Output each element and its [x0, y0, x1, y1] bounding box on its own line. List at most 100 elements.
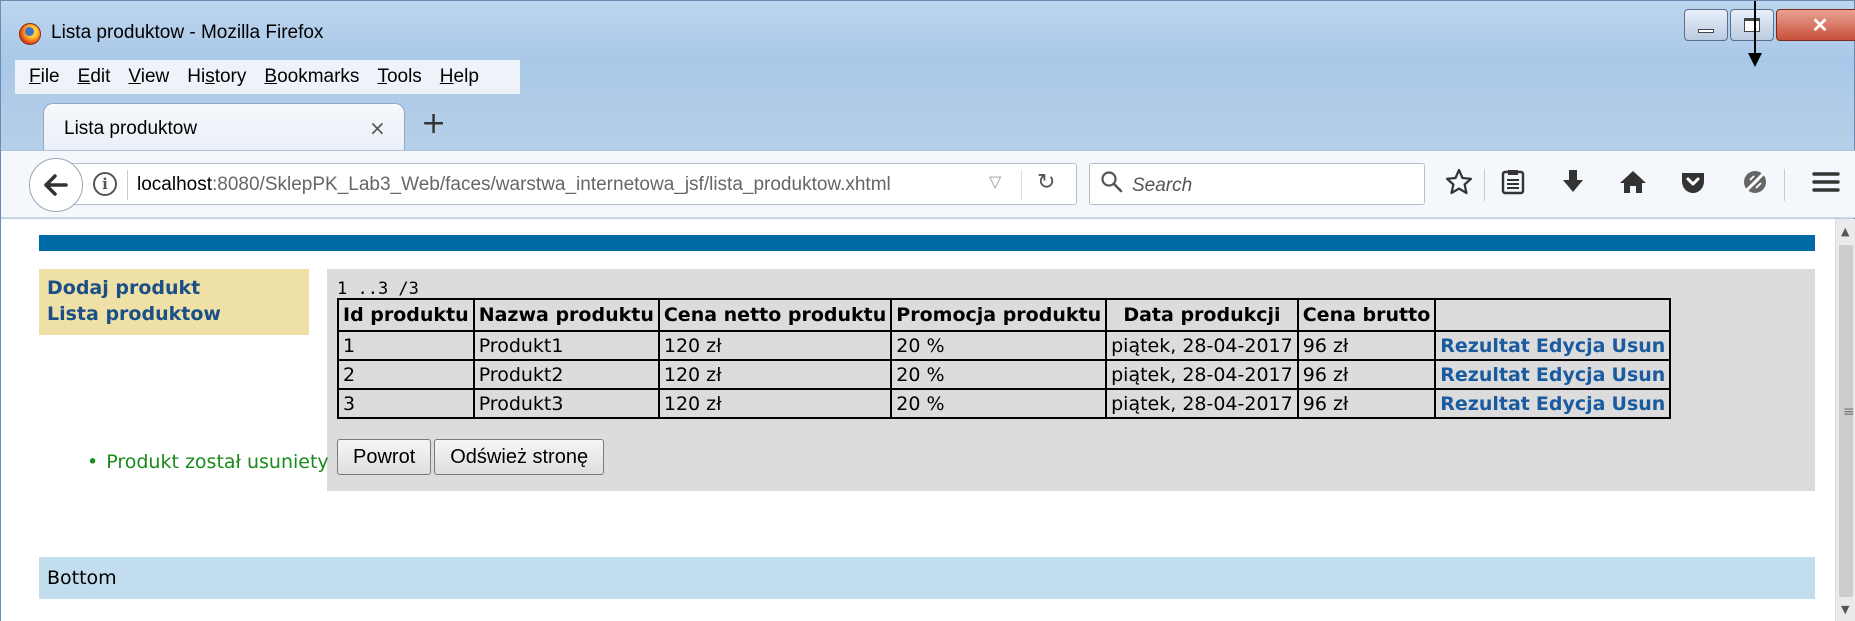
col-production-date: Data produkcji — [1105, 298, 1299, 332]
result-link[interactable]: Rezultat — [1440, 335, 1530, 357]
page-content: Dodaj produkt Lista produktow 1 ..3 /3 I… — [1, 219, 1835, 621]
url-separator — [127, 170, 128, 200]
cell-net-price: 120 zł — [657, 359, 893, 390]
edit-link[interactable]: Edycja — [1536, 393, 1606, 415]
window-title: Lista produktow - Mozilla Firefox — [51, 22, 324, 43]
cell-gross-price: 96 zł — [1296, 388, 1437, 419]
toolbar-separator — [1484, 169, 1485, 201]
page-footer: Bottom — [39, 557, 1815, 599]
refresh-page-button[interactable]: Odśwież stronę — [434, 439, 605, 475]
window-controls: ✕ — [1684, 9, 1855, 43]
menu-bookmarks[interactable]: Bookmarks — [255, 66, 368, 88]
cell-production-date: piątek, 28-04-2017 — [1105, 330, 1299, 361]
reload-icon[interactable]: ↻ — [1037, 170, 1055, 195]
sync-icon[interactable] — [1735, 167, 1775, 205]
menu-icon[interactable] — [1806, 167, 1846, 205]
status-message: Produkt został usuniety — [87, 451, 328, 473]
col-promotion: Promocja produktu — [890, 298, 1108, 332]
product-panel: 1 ..3 /3 Id produktu Nazwa produktu Cena… — [327, 269, 1815, 491]
col-gross-price: Cena brutto — [1296, 298, 1437, 332]
cell-actions: Rezultat Edycja Usun — [1434, 388, 1672, 419]
url-bar[interactable]: i localhost:8080/SklepPK_Lab3_Web/faces/… — [71, 163, 1077, 205]
back-page-button[interactable]: Powrot — [337, 439, 432, 475]
edit-link[interactable]: Edycja — [1536, 364, 1606, 386]
left-menu: Dodaj produkt Lista produktow — [39, 269, 309, 335]
download-icon[interactable] — [1553, 167, 1593, 205]
cell-gross-price: 96 zł — [1296, 359, 1437, 390]
scroll-down-icon[interactable]: ▼ — [1841, 603, 1849, 616]
cell-promotion: 20 % — [890, 388, 1108, 419]
table-row: 1 Produkt1 120 zł 20 % piątek, 28-04-201… — [337, 330, 1672, 361]
tab-lista-produktow[interactable]: Lista produktow × — [43, 103, 405, 151]
maximize-button[interactable] — [1730, 9, 1774, 41]
pager-info: 1 ..3 /3 — [337, 279, 419, 299]
cell-actions: Rezultat Edycja Usun — [1434, 330, 1672, 361]
cell-promotion: 20 % — [890, 330, 1108, 361]
cell-actions: Rezultat Edycja Usun — [1434, 359, 1672, 390]
scroll-up-icon[interactable]: ▲ — [1841, 225, 1849, 238]
cell-name: Produkt1 — [472, 330, 660, 361]
col-actions — [1434, 298, 1672, 332]
menu-edit[interactable]: Edit — [69, 66, 120, 88]
annotation-arrow-line — [1754, 1, 1756, 55]
scroll-thumb[interactable] — [1839, 245, 1853, 597]
close-icon: ✕ — [1811, 14, 1829, 37]
cell-id: 2 — [337, 359, 475, 390]
minimize-button[interactable] — [1684, 9, 1728, 41]
url-history-dropdown-icon[interactable]: ▽ — [989, 172, 1001, 191]
home-icon[interactable] — [1613, 167, 1653, 205]
menu-help[interactable]: Help — [431, 66, 488, 88]
browser-window: Lista produktow - Mozilla Firefox ✕ File… — [0, 0, 1855, 621]
toolbar-separator — [1784, 169, 1785, 201]
star-icon[interactable] — [1439, 167, 1479, 205]
delete-link[interactable]: Usun — [1612, 335, 1666, 357]
cell-name: Produkt3 — [472, 388, 660, 419]
vertical-scrollbar[interactable]: ▲ ≡ ▼ — [1835, 219, 1855, 621]
table-row: 3 Produkt3 120 zł 20 % piątek, 28-04-201… — [337, 388, 1672, 419]
back-button[interactable] — [29, 158, 83, 212]
search-placeholder: Search — [1132, 175, 1193, 196]
result-link[interactable]: Rezultat — [1440, 393, 1530, 415]
table-header-row: Id produktu Nazwa produktu Cena netto pr… — [337, 298, 1672, 332]
site-info-icon[interactable]: i — [93, 172, 117, 196]
back-arrow-icon — [44, 174, 68, 196]
product-list-link[interactable]: Lista produktow — [47, 301, 301, 327]
cell-id: 3 — [337, 388, 475, 419]
products-table: Id produktu Nazwa produktu Cena netto pr… — [337, 298, 1672, 419]
result-link[interactable]: Rezultat — [1440, 364, 1530, 386]
url-text[interactable]: localhost:8080/SklepPK_Lab3_Web/faces/wa… — [137, 174, 891, 196]
cell-id: 1 — [337, 330, 475, 361]
edit-link[interactable]: Edycja — [1536, 335, 1606, 357]
tab-strip: Lista produktow × + — [1, 98, 1855, 151]
reading-list-icon[interactable] — [1493, 167, 1533, 205]
col-name: Nazwa produktu — [472, 298, 660, 332]
new-tab-button[interactable]: + — [421, 106, 446, 141]
minimize-icon — [1698, 29, 1714, 33]
title-bar: Lista produktow - Mozilla Firefox ✕ — [1, 1, 1855, 49]
tab-close-icon[interactable]: × — [369, 116, 386, 140]
menu-history[interactable]: History — [178, 66, 255, 88]
cell-production-date: piątek, 28-04-2017 — [1105, 359, 1299, 390]
cell-promotion: 20 % — [890, 359, 1108, 390]
search-bar[interactable]: Search — [1089, 163, 1425, 205]
menu-tools[interactable]: Tools — [368, 66, 430, 88]
menu-file[interactable]: File — [15, 66, 69, 88]
navigation-bar: i localhost:8080/SklepPK_Lab3_Web/faces/… — [1, 150, 1855, 218]
close-button[interactable]: ✕ — [1776, 9, 1855, 41]
cell-net-price: 120 zł — [657, 330, 893, 361]
cell-net-price: 120 zł — [657, 388, 893, 419]
table-row: 2 Produkt2 120 zł 20 % piątek, 28-04-201… — [337, 359, 1672, 390]
firefox-logo-icon — [19, 23, 41, 45]
pocket-icon[interactable] — [1673, 167, 1713, 205]
add-product-link[interactable]: Dodaj produkt — [47, 275, 301, 301]
delete-link[interactable]: Usun — [1612, 393, 1666, 415]
cell-gross-price: 96 zł — [1296, 330, 1437, 361]
delete-link[interactable]: Usun — [1612, 364, 1666, 386]
header-band — [39, 235, 1815, 251]
button-row: Powrot Odśwież stronę — [337, 439, 607, 475]
menu-view[interactable]: View — [119, 66, 178, 88]
cell-production-date: piątek, 28-04-2017 — [1105, 388, 1299, 419]
scroll-grip-icon: ≡ — [1843, 404, 1855, 420]
maximize-icon — [1744, 18, 1760, 32]
annotation-arrow-head — [1748, 53, 1762, 67]
